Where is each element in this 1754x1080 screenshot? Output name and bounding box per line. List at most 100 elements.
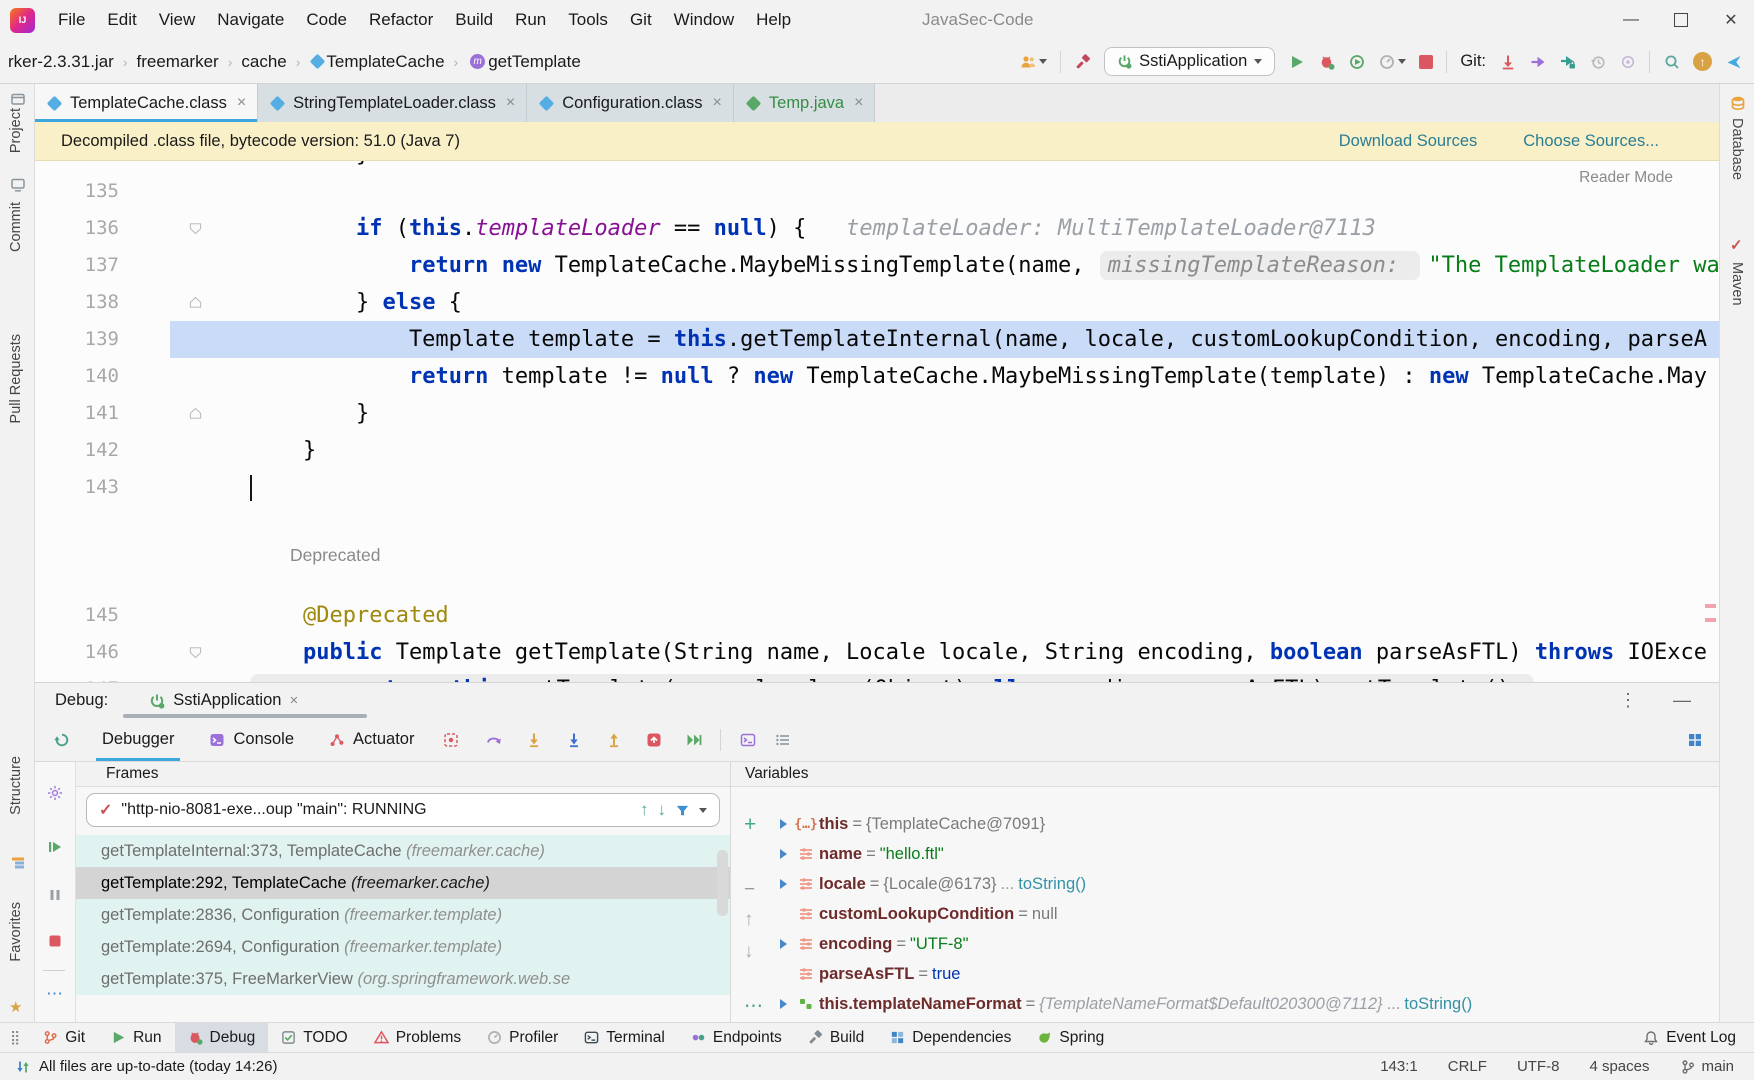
debugger-tab-actuator[interactable]: Actuator xyxy=(322,718,420,761)
stack-frame-row[interactable]: getTemplateInternal:373, TemplateCache (… xyxy=(76,835,730,867)
tool-window-button-profiler[interactable]: Profiler xyxy=(474,1023,571,1052)
breadcrumb-item-cache[interactable]: cache xyxy=(241,52,286,72)
code-text[interactable]: Deprecated xyxy=(220,536,1719,573)
remove-watch-icon[interactable]: − xyxy=(744,879,755,901)
error-stripe-mark[interactable] xyxy=(1705,604,1716,608)
caret-position[interactable]: 143:1 xyxy=(1380,1058,1418,1075)
fold-marker-icon[interactable] xyxy=(170,284,220,321)
code-line[interactable]: 141 } xyxy=(35,395,1719,432)
tool-window-stripe-favorites[interactable]: Favorites xyxy=(8,902,24,962)
menu-code[interactable]: Code xyxy=(295,0,358,40)
tool-window-button-problems[interactable]: Problems xyxy=(361,1023,474,1052)
plugin-icon[interactable] xyxy=(1725,53,1742,70)
menu-git[interactable]: Git xyxy=(619,0,663,40)
code-text[interactable]: @Deprecated xyxy=(220,597,1719,634)
status-message[interactable]: All files are up-to-date (today 14:26) xyxy=(39,1058,277,1075)
file-encoding[interactable]: UTF-8 xyxy=(1517,1058,1560,1075)
code-line[interactable]: } xyxy=(35,161,1719,173)
menu-window[interactable]: Window xyxy=(663,0,745,40)
step-into-icon[interactable] xyxy=(525,731,542,748)
tool-window-stripe-maven[interactable]: Maven xyxy=(1729,262,1745,306)
code-line[interactable]: 138 } else { xyxy=(35,284,1719,321)
menu-help[interactable]: Help xyxy=(745,0,802,40)
code-line[interactable]: 145 @Deprecated xyxy=(35,597,1719,634)
add-watch-icon[interactable]: + xyxy=(744,813,756,837)
breadcrumb-item-templatecache[interactable]: TemplateCache xyxy=(309,52,444,72)
code-line[interactable]: 136 if (this.templateLoader == null) { t… xyxy=(35,210,1719,247)
tool-window-button-todo[interactable]: TODO xyxy=(268,1023,361,1052)
code-line[interactable]: 142 } xyxy=(35,432,1719,469)
run-button[interactable] xyxy=(1288,53,1305,70)
editor-tab-stringtemplateloader-class[interactable]: StringTemplateLoader.class× xyxy=(258,84,527,122)
project-icon[interactable] xyxy=(9,90,26,107)
frame-down-icon[interactable]: ↓ xyxy=(658,800,667,820)
maximize-window-icon[interactable] xyxy=(1658,0,1704,40)
restore-layout-icon[interactable] xyxy=(1686,731,1703,748)
evaluate-expression-icon[interactable] xyxy=(739,731,756,748)
variable-row[interactable]: parseAsFTL=true xyxy=(775,959,1719,989)
commit-icon[interactable] xyxy=(9,176,26,193)
move-watch-up-icon[interactable]: ↑ xyxy=(744,909,754,931)
fold-marker-icon[interactable] xyxy=(170,395,220,432)
rollback-icon[interactable] xyxy=(1619,53,1636,70)
tool-window-button-debug[interactable]: Debug xyxy=(175,1023,269,1052)
breadcrumb-item-gettemplate[interactable]: mgetTemplate xyxy=(467,52,581,72)
tool-window-button-git[interactable]: Git xyxy=(30,1023,98,1052)
stack-frame-row[interactable]: getTemplate:2694, Configuration (freemar… xyxy=(76,931,730,963)
search-everywhere-icon[interactable] xyxy=(1663,53,1680,70)
expand-chevron-icon[interactable] xyxy=(780,819,787,829)
expand-chevron-icon[interactable] xyxy=(780,999,787,1009)
tool-window-button-run[interactable]: Run xyxy=(98,1023,174,1052)
close-tab-icon[interactable]: × xyxy=(506,94,515,112)
debugger-tab-debugger[interactable]: Debugger xyxy=(96,718,180,761)
tool-window-stripe-project[interactable]: Project xyxy=(8,108,24,153)
tool-window-button-endpoints[interactable]: Endpoints xyxy=(678,1023,795,1052)
maven-check-icon[interactable]: ✓ xyxy=(1730,236,1743,254)
move-watch-down-icon[interactable]: ↓ xyxy=(744,941,754,963)
tool-window-stripe-structure[interactable]: Structure xyxy=(8,756,24,815)
reader-mode-link[interactable]: Reader Mode xyxy=(1579,169,1673,187)
show-execution-point-icon[interactable] xyxy=(442,731,459,748)
profiler-button[interactable] xyxy=(1378,53,1406,70)
variable-row[interactable]: customLookupCondition=null xyxy=(775,899,1719,929)
debug-button[interactable] xyxy=(1318,53,1335,70)
tostring-link[interactable]: toString() xyxy=(1018,875,1086,894)
layout-settings-icon[interactable] xyxy=(774,731,791,748)
variable-row[interactable]: this.templateNameFormat={TemplateNameFor… xyxy=(775,989,1719,1019)
breadcrumb-item-rker-2-3-31-jar[interactable]: rker-2.3.31.jar xyxy=(8,52,114,72)
fold-marker-icon[interactable] xyxy=(170,210,220,247)
menu-tools[interactable]: Tools xyxy=(557,0,619,40)
ide-update-icon[interactable]: ↑ xyxy=(1693,52,1712,71)
code-line[interactable]: Deprecated xyxy=(35,536,1719,573)
editor-tab-templatecache-class[interactable]: TemplateCache.class× xyxy=(35,84,258,122)
rerun-debug-icon[interactable] xyxy=(53,731,70,748)
git-branch-widget[interactable]: main xyxy=(1679,1058,1734,1075)
menu-edit[interactable]: Edit xyxy=(96,0,147,40)
tool-window-button-terminal[interactable]: Terminal xyxy=(571,1023,678,1052)
event-log-button[interactable]: Event Log xyxy=(1629,1023,1754,1052)
code-editor[interactable]: Reader Mode }135136 if (this.templateLoa… xyxy=(35,161,1719,682)
banner-link-choose-sources-[interactable]: Choose Sources... xyxy=(1523,132,1659,151)
variable-row[interactable]: name="hello.ftl" xyxy=(775,839,1719,869)
line-ending[interactable]: CRLF xyxy=(1448,1058,1487,1075)
menu-build[interactable]: Build xyxy=(444,0,504,40)
run-with-coverage-icon[interactable] xyxy=(1348,53,1365,70)
debug-settings-icon[interactable] xyxy=(46,784,63,801)
code-line[interactable]: 135 xyxy=(35,173,1719,210)
code-text[interactable]: } xyxy=(220,395,1719,432)
more-watch-actions-icon[interactable]: ⋯ xyxy=(744,995,763,1018)
git-update-project-icon[interactable] xyxy=(1499,53,1516,70)
fold-marker-icon[interactable] xyxy=(170,634,220,671)
variable-row[interactable]: locale={Locale@6173}...toString() xyxy=(775,869,1719,899)
hide-library-frames-icon[interactable] xyxy=(675,803,690,818)
code-text[interactable]: return template != null ? new TemplateCa… xyxy=(220,358,1719,395)
code-text[interactable]: } else { xyxy=(220,284,1719,321)
indent-setting[interactable]: 4 spaces xyxy=(1589,1058,1649,1075)
banner-link-download-sources[interactable]: Download Sources xyxy=(1339,132,1478,151)
code-text[interactable] xyxy=(220,469,1719,506)
tool-window-stripe-pull-requests[interactable]: Pull Requests xyxy=(8,334,24,423)
minimize-window-icon[interactable]: — xyxy=(1608,0,1654,40)
git-push-icon[interactable] xyxy=(1529,53,1546,70)
expand-chevron-icon[interactable] xyxy=(780,939,787,949)
code-text[interactable]: } xyxy=(220,161,1719,173)
